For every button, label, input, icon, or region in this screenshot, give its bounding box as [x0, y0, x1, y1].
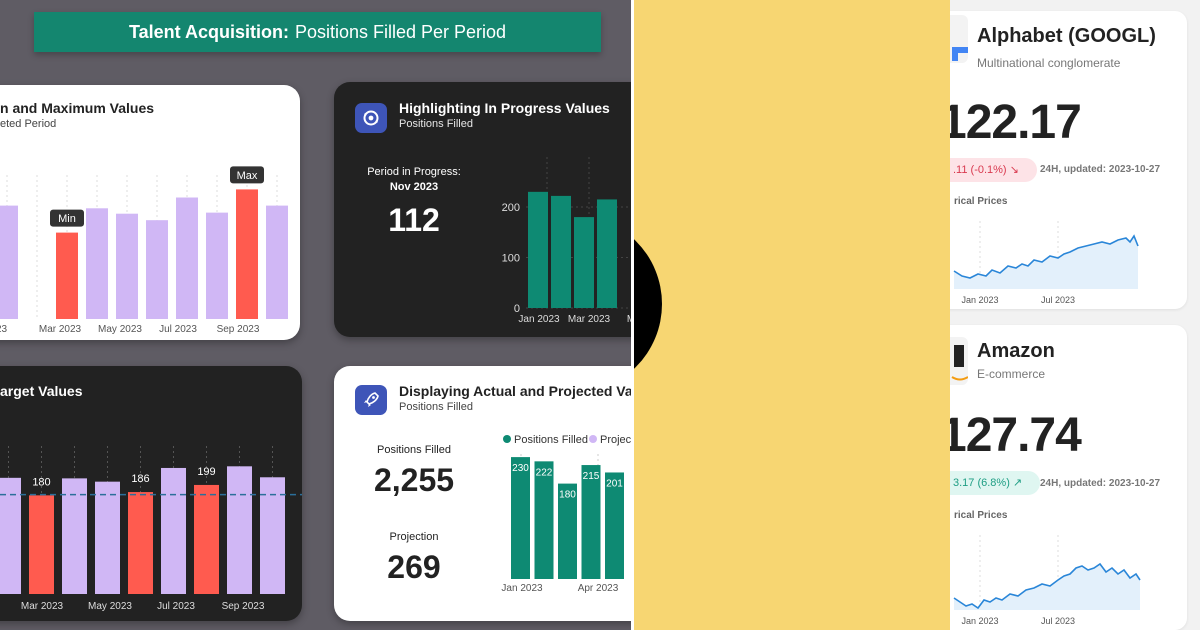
bar	[56, 232, 78, 319]
dashboard-panel: Talent Acquisition: Positions Filled Per…	[0, 0, 631, 630]
amazon-logo-icon	[950, 337, 969, 385]
stock-sector: Multinational conglomerate	[977, 56, 1121, 70]
card-min-max[interactable]: n and Maximum Values eted Period MinMax2…	[0, 85, 300, 340]
bar	[528, 191, 548, 308]
projected-chart: Positions Filled Project 230 222 180 215 201 Ja…	[501, 434, 631, 594]
stock-updated: 24H, updated: 2023-10-27	[1040, 478, 1161, 489]
bar	[581, 465, 601, 579]
page-title-bold: Talent Acquisition:	[128, 21, 289, 42]
card-in-progress[interactable]: Highlighting In Progress Values Position…	[334, 82, 631, 337]
stock-price: 122.17	[950, 96, 1082, 149]
x-tick-label: Jan 2023	[961, 295, 998, 305]
bar	[116, 213, 138, 319]
stock-name: Amazon	[977, 340, 1055, 362]
x-tick-label: May 2023	[88, 601, 132, 612]
card-target[interactable]: arget Values 180 186 199 Mar 2023 May 2023 Ju…	[0, 366, 302, 621]
bar	[206, 212, 228, 319]
legend-dot-actual	[503, 435, 511, 443]
bar	[62, 478, 87, 594]
bar	[227, 466, 252, 594]
x-tick-label: Jan 2023	[501, 583, 543, 594]
x-tick-label: May 2023	[98, 324, 142, 335]
data-label: 199	[197, 466, 215, 478]
data-label: 186	[131, 473, 149, 485]
data-label: 230	[512, 463, 529, 474]
min-tag-label: Min	[58, 213, 76, 225]
google-logo-icon	[950, 15, 968, 63]
stock-price: 127.74	[950, 409, 1082, 462]
bar	[266, 205, 288, 319]
amzn-price-chart: Jan 2023 Jul 2023	[953, 535, 1141, 626]
bar	[146, 220, 168, 319]
stock-change-badge: 3.17 (6.8%) ↗	[950, 471, 1040, 495]
historical-prices-label: rical Prices	[954, 510, 1008, 521]
stock-card-googl[interactable]: Alphabet (GOOGL) Multinational conglomer…	[950, 11, 1187, 309]
x-tick-label: Sep 2023	[217, 324, 260, 335]
page-title: Talent Acquisition: Positions Filled Per…	[34, 12, 601, 52]
y-tick-label: 100	[502, 253, 520, 265]
max-tag-label: Max	[237, 170, 258, 182]
x-tick-label: Jul 2023	[1041, 295, 1075, 305]
data-label: 215	[583, 471, 600, 482]
bar	[551, 195, 571, 308]
x-tick-label: Jul 2023	[159, 324, 197, 335]
bar	[128, 492, 153, 594]
bar	[574, 217, 594, 308]
data-label: 180	[32, 476, 50, 488]
x-tick-label: Mar 2023	[39, 324, 82, 335]
data-label: 201	[606, 478, 623, 489]
googl-price-chart: Jan 2023 Jul 2023	[953, 221, 1139, 305]
bar	[86, 208, 108, 319]
black-circle-shape	[634, 215, 662, 393]
x-tick-label: Jan 2023	[961, 616, 998, 626]
card-projected[interactable]: Displaying Actual and Projected Va Posit…	[334, 366, 631, 621]
stock-sector: E-commerce	[977, 367, 1046, 381]
legend-actual: Positions Filled	[514, 434, 588, 446]
y-tick-label: 200	[502, 202, 520, 214]
bar	[176, 197, 198, 319]
data-label: 222	[536, 467, 553, 478]
bar	[95, 481, 120, 594]
legend-projected: Project	[600, 434, 631, 446]
bar	[29, 495, 54, 594]
bar	[511, 457, 530, 579]
in-progress-chart: 2001000Jan 2023 Mar 2023 M	[502, 157, 631, 325]
yellow-background-panel	[634, 0, 950, 630]
bar	[161, 467, 186, 594]
x-tick-label: M	[627, 314, 631, 325]
stock-updated: 24H, updated: 2023-10-27	[1040, 164, 1161, 175]
stock-card-amzn[interactable]: Amazon E-commerce 127.74 3.17 (6.8%) ↗ 2…	[950, 325, 1187, 630]
x-tick-label: Sep 2023	[222, 601, 265, 612]
x-tick-label: 2023	[0, 324, 8, 335]
x-tick-label: Jan 2023	[518, 314, 560, 325]
bar	[236, 189, 258, 319]
x-tick-label: Mar 2023	[21, 601, 64, 612]
stocks-panel: Alphabet (GOOGL) Multinational conglomer…	[950, 0, 1200, 630]
bar	[194, 484, 219, 594]
x-tick-label: Apr 2023	[578, 583, 619, 594]
min-max-chart: Min Max 2023 Mar 2023 May 2023 Jul 2023 Sep 20…	[0, 166, 288, 335]
legend-dot-projected	[589, 435, 597, 443]
historical-prices-label: rical Prices	[954, 196, 1008, 207]
x-tick-label: Jul 2023	[157, 601, 195, 612]
stock-change-badge: .11 (-0.1%) ↘	[950, 158, 1037, 182]
stock-name: Alphabet (GOOGL)	[977, 25, 1156, 47]
data-label: 180	[559, 490, 576, 501]
bar	[0, 205, 18, 319]
x-tick-label: Mar 2023	[568, 314, 611, 325]
x-tick-label: Jul 2023	[1041, 616, 1075, 626]
target-chart: 180 186 199 Mar 2023 May 2023 Jul 2023 Sep 202…	[0, 446, 302, 612]
bar	[597, 199, 617, 308]
bar	[534, 461, 554, 579]
page-title-rest: Positions Filled Per Period	[294, 21, 507, 42]
